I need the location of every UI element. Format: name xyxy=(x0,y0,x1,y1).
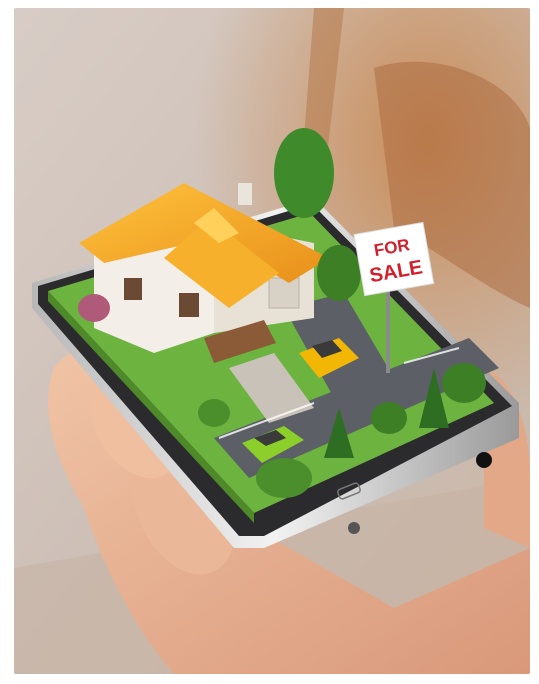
photo-frame: FOR SALE xyxy=(14,8,530,674)
tree xyxy=(371,402,407,434)
for-sale-sign: FOR SALE xyxy=(353,221,435,297)
chimney xyxy=(238,183,252,205)
bush xyxy=(256,458,312,498)
tree xyxy=(442,363,486,403)
house-on-phone-photo: FOR SALE xyxy=(14,8,530,674)
garage-door xyxy=(268,277,300,309)
house-window xyxy=(179,293,199,317)
phone-headphone-jack xyxy=(348,522,360,534)
house-window xyxy=(124,278,142,300)
phone-speaker xyxy=(476,452,492,468)
tree xyxy=(317,245,361,301)
flower-bush xyxy=(78,294,110,322)
tree xyxy=(198,399,230,427)
tree xyxy=(274,128,334,218)
